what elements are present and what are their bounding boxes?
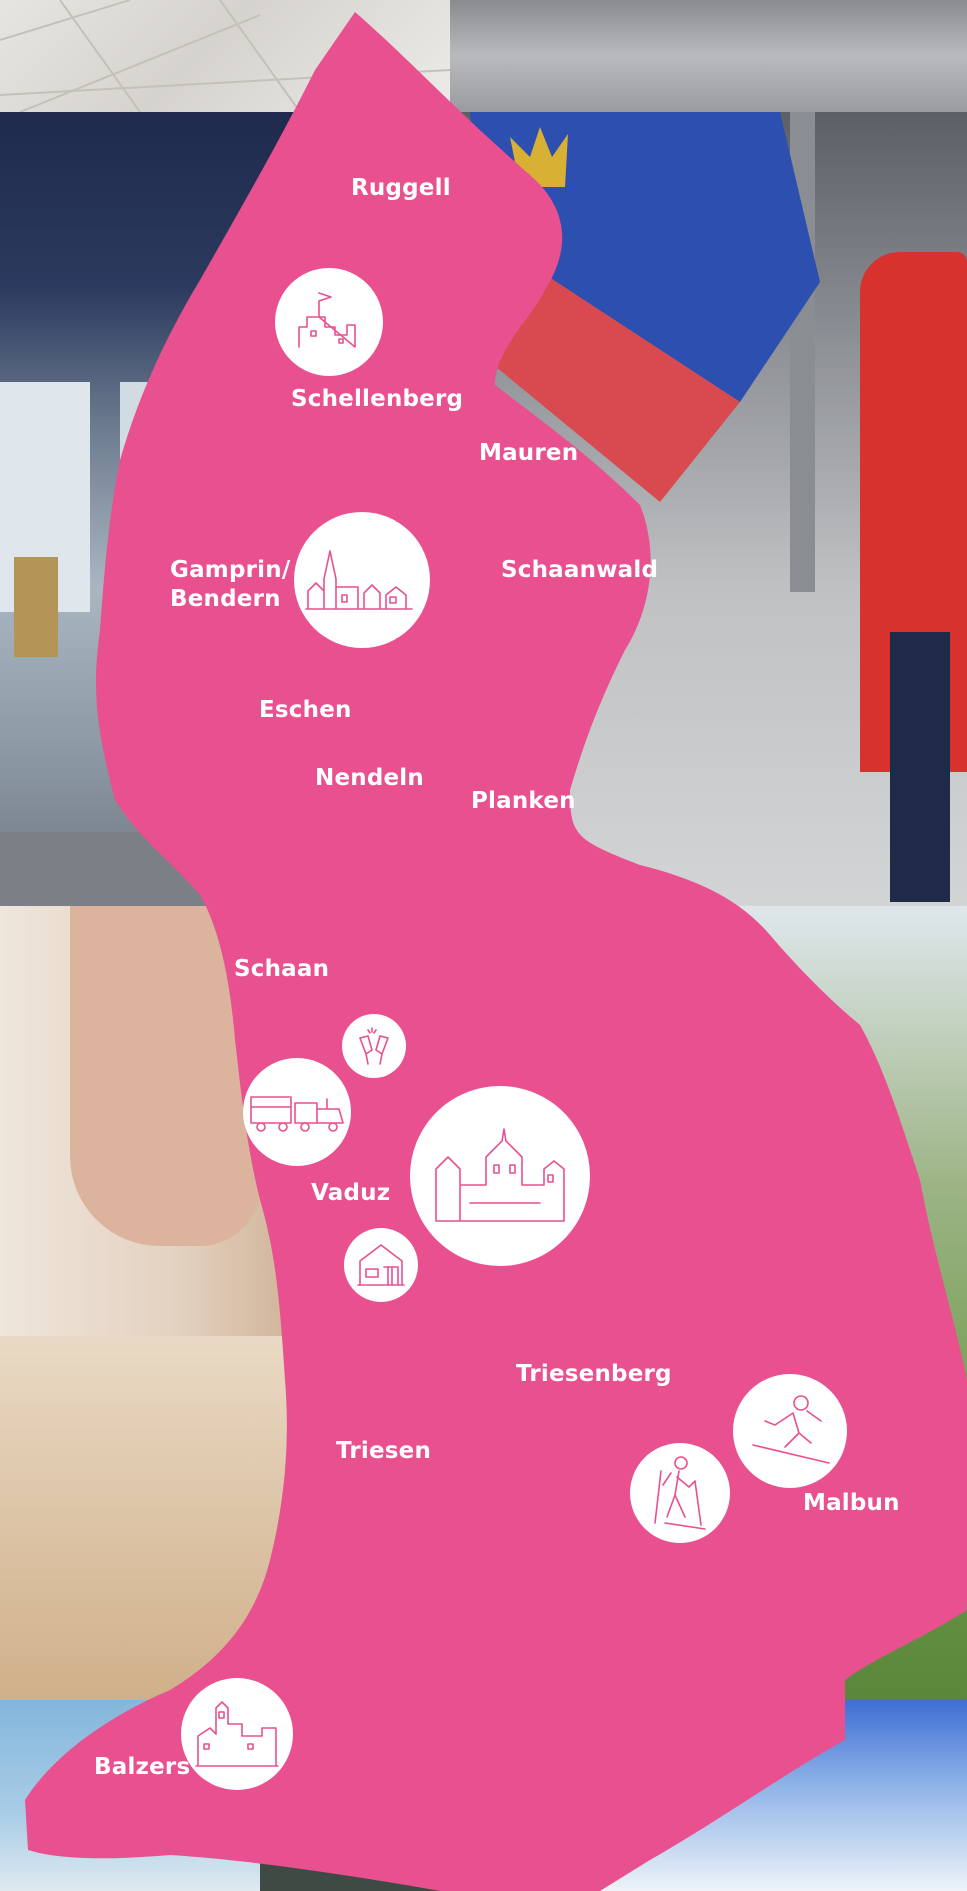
town-label-vaduz[interactable]: Vaduz: [311, 1179, 390, 1208]
museum-house-icon[interactable]: [344, 1228, 418, 1302]
skier-icon[interactable]: [733, 1374, 847, 1488]
town-label-ruggell[interactable]: Ruggell: [351, 174, 451, 203]
town-label-malbun[interactable]: Malbun: [803, 1489, 900, 1518]
tourist-train-icon[interactable]: [243, 1058, 351, 1166]
castle-ruin-icon[interactable]: [275, 268, 383, 376]
wine-toast-icon[interactable]: [342, 1014, 406, 1078]
town-label-triesenberg[interactable]: Triesenberg: [516, 1360, 672, 1389]
town-label-nendeln[interactable]: Nendeln: [315, 764, 424, 793]
town-label-schellenberg[interactable]: Schellenberg: [291, 385, 463, 414]
town-label-eschen[interactable]: Eschen: [259, 696, 352, 725]
town-label-schaan[interactable]: Schaan: [234, 955, 329, 984]
town-label-mauren[interactable]: Mauren: [479, 439, 578, 468]
hiker-icon[interactable]: [630, 1443, 730, 1543]
town-label-triesen[interactable]: Triesen: [336, 1437, 431, 1466]
village-church-icon[interactable]: [294, 512, 430, 648]
town-label-planken[interactable]: Planken: [471, 787, 576, 816]
town-label-balzers[interactable]: Balzers: [94, 1753, 190, 1782]
liechtenstein-region: [25, 12, 967, 1891]
vaduz-castle-icon[interactable]: [410, 1086, 590, 1266]
town-label-schaanwald[interactable]: Schaanwald: [501, 556, 658, 585]
gutenberg-castle-icon[interactable]: [181, 1678, 293, 1790]
town-label-gamprin-bendern[interactable]: Gamprin/ Bendern: [170, 556, 290, 614]
liechtenstein-map: [25, 12, 967, 1891]
